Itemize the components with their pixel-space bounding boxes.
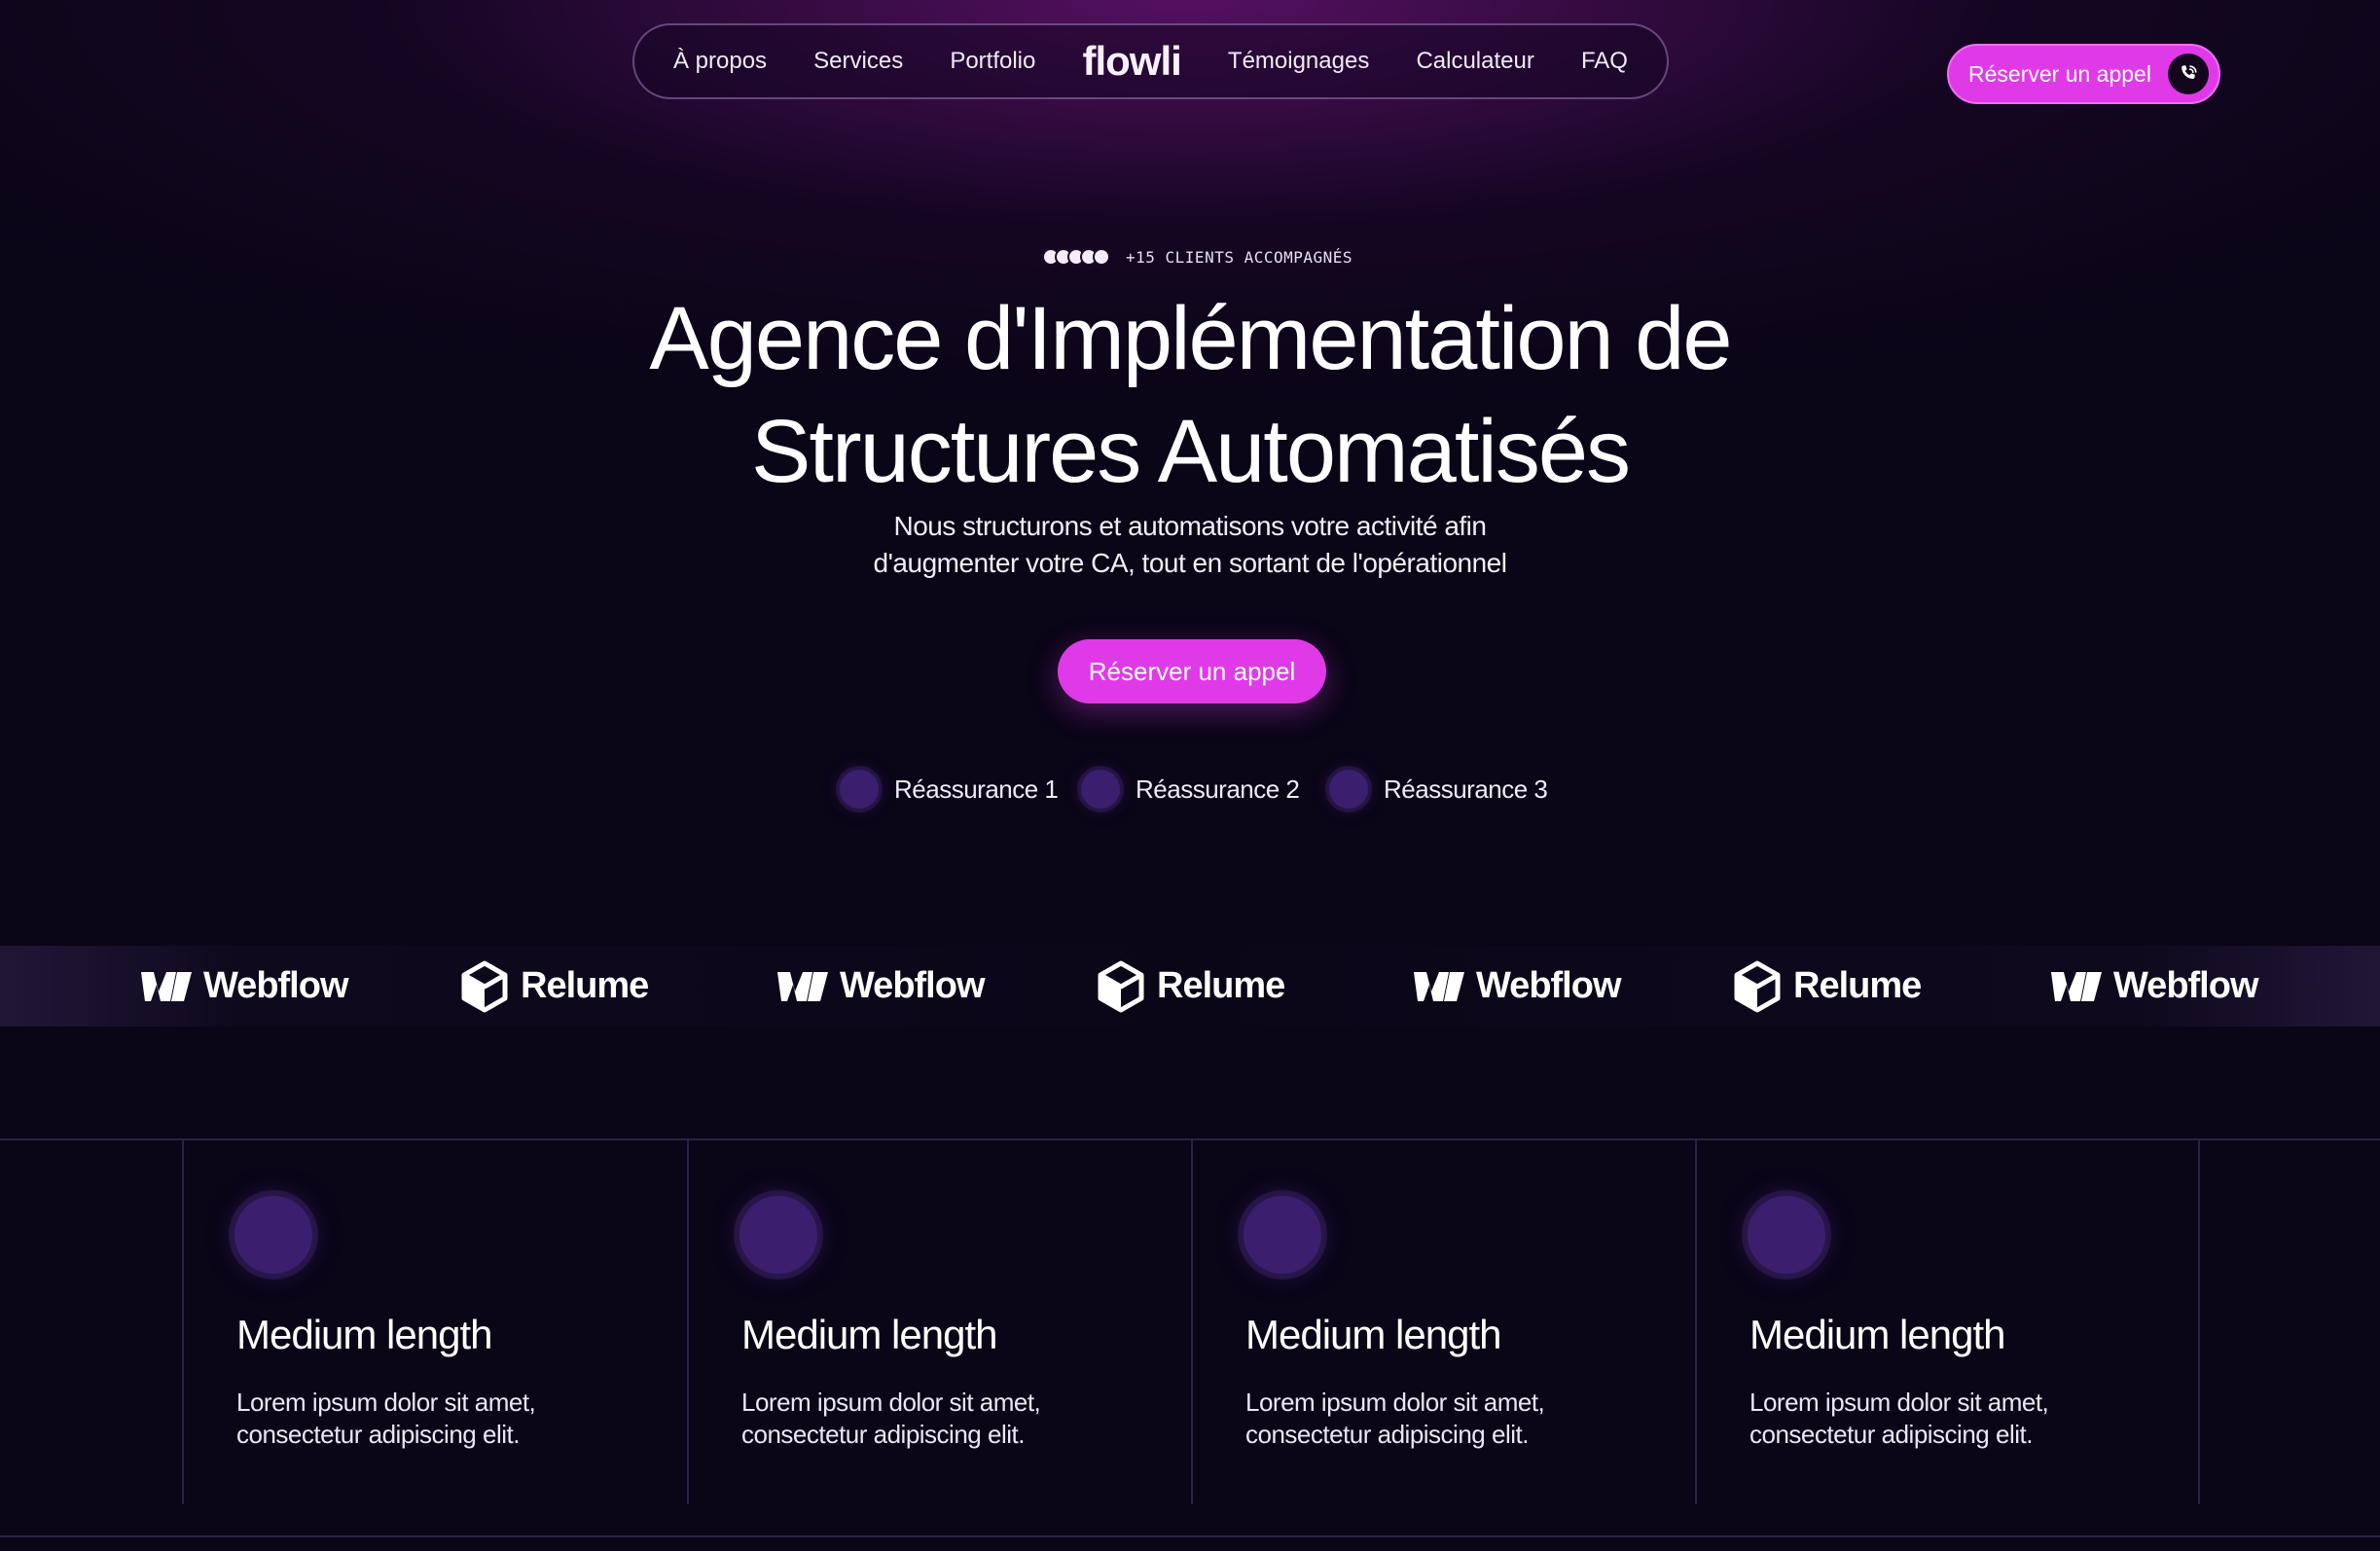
webflow-icon	[141, 971, 192, 1001]
nav-link-services[interactable]: Services	[813, 48, 903, 75]
logo-label: Webflow	[2113, 965, 2259, 1006]
feature-description: Lorem ipsum dolor sit amet, consectetur …	[1749, 1387, 2158, 1451]
relume-icon	[461, 960, 508, 1012]
logo-label: Relume	[1793, 965, 1922, 1006]
feature-title: Medium length	[236, 1312, 492, 1357]
logo-webflow: Webflow	[1414, 946, 1622, 1027]
nav-link-testimonials[interactable]: Témoignages	[1228, 48, 1369, 75]
hero-subtitle-line-1: Nous structurons et automatisons votre a…	[893, 511, 1487, 541]
feature-icon	[1244, 1196, 1321, 1274]
reassurance-label: Réassurance 2	[1136, 774, 1300, 804]
feature-description: Lorem ipsum dolor sit amet, consectetur …	[741, 1387, 1150, 1451]
feature-icon	[739, 1196, 817, 1274]
partner-logo-strip: Webflow Relume Webflow Relume Webflow Re…	[0, 946, 2380, 1027]
feature-icon	[1748, 1196, 1825, 1274]
feature-description-line-2: consectetur adipiscing elit.	[1245, 1420, 1529, 1449]
relume-icon	[1098, 960, 1144, 1012]
logo-label: Relume	[521, 965, 649, 1006]
nav-link-portfolio[interactable]: Portfolio	[950, 48, 1035, 75]
header-book-call-label: Réserver un appel	[1968, 60, 2151, 87]
hero-subtitle-line-2: d'augmenter votre CA, tout en sortant de…	[873, 548, 1507, 578]
logo-webflow: Webflow	[777, 946, 986, 1027]
feature-description-line-2: consectetur adipiscing elit.	[741, 1420, 1025, 1449]
feature-description-line-1: Lorem ipsum dolor sit amet,	[741, 1388, 1041, 1417]
avatar	[1093, 248, 1110, 266]
nav-link-calculator[interactable]: Calculateur	[1416, 48, 1533, 75]
webflow-icon	[2051, 971, 2102, 1001]
logo-label: Webflow	[840, 965, 986, 1006]
reassurance-label: Réassurance 3	[1384, 774, 1548, 804]
reassurance-icon	[840, 770, 879, 809]
nav-link-faq[interactable]: FAQ	[1581, 48, 1628, 75]
logo-label: Webflow	[203, 965, 349, 1006]
feature-card: Medium length Lorem ipsum dolor sit amet…	[1695, 1140, 2200, 1504]
feature-description-line-1: Lorem ipsum dolor sit amet,	[236, 1388, 536, 1417]
logo-webflow: Webflow	[141, 946, 349, 1027]
reassurance-item: Réassurance 2	[1081, 768, 1300, 811]
header-book-call-button[interactable]: Réserver un appel	[1947, 44, 2220, 104]
webflow-icon	[1414, 971, 1464, 1001]
feature-card: Medium length Lorem ipsum dolor sit amet…	[687, 1140, 1192, 1504]
feature-icon	[234, 1196, 312, 1274]
feature-title: Medium length	[1245, 1312, 1501, 1357]
feature-description-line-2: consectetur adipiscing elit.	[1749, 1420, 2033, 1449]
hero-title-line-1: Agence d'Implémentation de	[649, 289, 1732, 388]
feature-title: Medium length	[741, 1312, 997, 1357]
logo-webflow: Webflow	[2051, 946, 2259, 1027]
logo-label: Webflow	[1476, 965, 1622, 1006]
logo-relume: Relume	[460, 946, 649, 1027]
reassurance-label: Réassurance 1	[894, 774, 1059, 804]
feature-description: Lorem ipsum dolor sit amet, consectetur …	[236, 1387, 645, 1451]
logo-label: Relume	[1157, 965, 1285, 1006]
landing-page: À propos Services Portfolio flowli Témoi…	[0, 0, 2380, 1551]
hero-title-line-2: Structures Automatisés	[751, 402, 1631, 501]
brand-logo[interactable]: flowli	[1082, 38, 1181, 85]
main-nav: À propos Services Portfolio flowli Témoi…	[632, 23, 1669, 99]
phone-icon	[2168, 54, 2209, 94]
clients-badge: +15 CLIENTS ACCOMPAGNÉS	[1042, 246, 1352, 268]
feature-description-line-2: consectetur adipiscing elit.	[236, 1420, 520, 1449]
feature-card: Medium length Lorem ipsum dolor sit amet…	[182, 1140, 687, 1504]
clients-badge-text: +15 CLIENTS ACCOMPAGNÉS	[1126, 247, 1353, 267]
logo-relume: Relume	[1097, 946, 1285, 1027]
logo-relume: Relume	[1733, 946, 1922, 1027]
reassurance-item: Réassurance 1	[840, 768, 1059, 811]
hero-book-call-button[interactable]: Réserver un appel	[1058, 639, 1326, 703]
feature-description-line-1: Lorem ipsum dolor sit amet,	[1749, 1388, 2049, 1417]
reassurance-item: Réassurance 3	[1329, 768, 1548, 811]
feature-card: Medium length Lorem ipsum dolor sit amet…	[1191, 1140, 1696, 1504]
feature-title: Medium length	[1749, 1312, 2005, 1357]
feature-description: Lorem ipsum dolor sit amet, consectetur …	[1245, 1387, 1654, 1451]
hero-title: Agence d'Implémentation de Structures Au…	[412, 282, 1968, 508]
feature-description-line-1: Lorem ipsum dolor sit amet,	[1245, 1388, 1545, 1417]
webflow-icon	[777, 971, 828, 1001]
reassurance-icon	[1081, 770, 1120, 809]
hero-book-call-label: Réserver un appel	[1088, 656, 1296, 686]
nav-link-about[interactable]: À propos	[673, 48, 767, 75]
client-avatars	[1042, 246, 1116, 268]
hero-subtitle: Nous structurons et automatisons votre a…	[655, 508, 1725, 582]
features-grid: Medium length Lorem ipsum dolor sit amet…	[0, 1138, 2380, 1537]
relume-icon	[1734, 960, 1781, 1012]
reassurance-icon	[1329, 770, 1368, 809]
